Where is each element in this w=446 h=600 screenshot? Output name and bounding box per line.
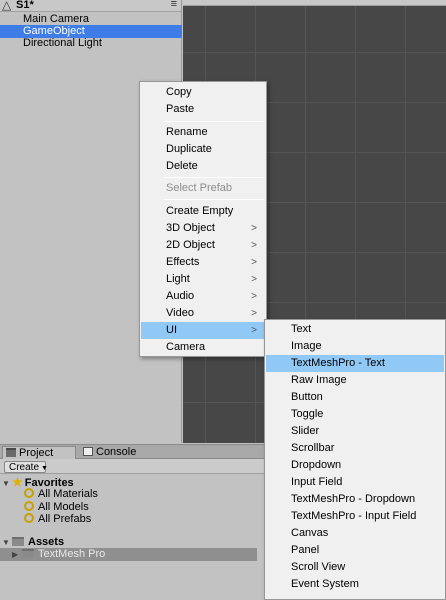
favorite-item-label: All Materials: [38, 488, 98, 500]
hierarchy-item-directional-light[interactable]: Directional Light: [0, 37, 182, 50]
star-icon: ★: [12, 475, 23, 489]
folder-icon: [6, 448, 16, 457]
favorite-item-label: All Prefabs: [38, 513, 92, 525]
menu-separator: [164, 121, 264, 122]
menu-item-copy[interactable]: Copy: [141, 84, 265, 101]
submenu-item-input-field[interactable]: Input Field: [266, 474, 444, 491]
asset-folder-label: TextMesh Pro: [38, 548, 106, 560]
submenu-item-slider[interactable]: Slider: [266, 423, 444, 440]
expand-arrow-icon[interactable]: ▼: [2, 477, 12, 490]
menu-item-select-prefab: Select Prefab: [166, 182, 233, 194]
menu-item-label: Video: [166, 307, 194, 319]
chevron-right-icon: >: [251, 274, 257, 285]
submenu-item-canvas[interactable]: Canvas: [266, 525, 444, 542]
submenu-item-raw-image[interactable]: Raw Image: [266, 372, 444, 389]
menu-item-ui[interactable]: UI >: [141, 322, 265, 339]
search-icon: [24, 513, 34, 523]
menu-item-rename[interactable]: Rename: [141, 124, 265, 141]
menu-item-label: Audio: [166, 290, 195, 302]
menu-item-2d-object[interactable]: 2D Object >: [141, 237, 265, 254]
favorite-item-all-prefabs[interactable]: All Prefabs: [24, 513, 91, 526]
submenu-item-textmeshpro-input-field[interactable]: TextMeshPro - Input Field: [266, 508, 444, 525]
panel-menu-icon[interactable]: ≡: [171, 0, 177, 10]
ui-submenu: Text Image TextMeshPro - Text Raw Image …: [264, 319, 446, 600]
scene-name[interactable]: S1*: [16, 0, 34, 11]
menu-item-effects[interactable]: Effects >: [141, 254, 265, 271]
menu-item-audio[interactable]: Audio >: [141, 288, 265, 305]
folder-icon: [12, 537, 24, 546]
chevron-right-icon: >: [251, 308, 257, 319]
submenu-item-textmeshpro-dropdown[interactable]: TextMeshPro - Dropdown: [266, 491, 444, 508]
submenu-item-panel[interactable]: Panel: [266, 542, 444, 559]
submenu-item-toggle[interactable]: Toggle: [266, 406, 444, 423]
tab-console-label: Console: [96, 446, 137, 458]
chevron-right-icon: >: [251, 325, 257, 336]
chevron-down-icon: ▼: [41, 465, 48, 472]
console-icon: [83, 447, 93, 456]
menu-item-label: 2D Object: [166, 239, 215, 251]
menu-item-label: UI: [166, 324, 177, 336]
menu-separator: [164, 199, 264, 200]
chevron-right-icon: >: [251, 291, 257, 302]
context-menu: Copy Paste Rename Duplicate Delete Selec…: [139, 81, 267, 357]
favorite-item-label: All Models: [38, 501, 89, 513]
tab-project[interactable]: Project: [2, 446, 76, 459]
menu-item-label: 3D Object: [166, 222, 215, 234]
menu-item-label: Effects: [166, 256, 200, 268]
chevron-right-icon: >: [251, 240, 257, 251]
assets-label: Assets: [28, 536, 65, 548]
menu-item-3d-object[interactable]: 3D Object >: [141, 220, 265, 237]
hierarchy-header: △ S1* ≡: [0, 0, 181, 12]
tab-project-label: Project: [19, 447, 54, 459]
submenu-item-scrollbar[interactable]: Scrollbar: [266, 440, 444, 457]
scene-view-header: [183, 0, 446, 6]
submenu-item-image[interactable]: Image: [266, 338, 444, 355]
folder-icon: [22, 549, 34, 558]
menu-item-label: Light: [166, 273, 190, 285]
search-icon: [24, 501, 34, 511]
submenu-item-dropdown[interactable]: Dropdown: [266, 457, 444, 474]
search-icon: [24, 488, 34, 498]
menu-item-camera[interactable]: Camera: [141, 339, 265, 356]
menu-item-video[interactable]: Video >: [141, 305, 265, 322]
chevron-right-icon: >: [251, 257, 257, 268]
menu-item-paste[interactable]: Paste: [141, 101, 265, 118]
favorite-item-all-materials[interactable]: All Materials: [24, 488, 98, 501]
submenu-item-scroll-view[interactable]: Scroll View: [266, 559, 444, 576]
chevron-right-icon: >: [251, 223, 257, 234]
submenu-item-textmeshpro-text[interactable]: TextMeshPro - Text: [266, 355, 444, 372]
submenu-item-text[interactable]: Text: [266, 321, 444, 338]
menu-separator: [164, 177, 264, 178]
unity-scene-icon[interactable]: △: [2, 0, 11, 12]
tab-console[interactable]: Console: [80, 446, 150, 459]
submenu-item-event-system[interactable]: Event System: [266, 576, 444, 593]
create-button-label: Create: [9, 462, 40, 473]
menu-item-duplicate[interactable]: Duplicate: [141, 141, 265, 158]
create-button[interactable]: Create ▼: [4, 461, 48, 473]
menu-item-light[interactable]: Light >: [141, 271, 265, 288]
menu-item-create-empty[interactable]: Create Empty: [141, 203, 265, 220]
menu-item-delete[interactable]: Delete: [141, 158, 265, 175]
submenu-item-button[interactable]: Button: [266, 389, 444, 406]
expand-arrow-icon[interactable]: ▶: [12, 548, 22, 561]
asset-folder-textmesh-pro[interactable]: ▶ TextMesh Pro: [0, 548, 257, 561]
